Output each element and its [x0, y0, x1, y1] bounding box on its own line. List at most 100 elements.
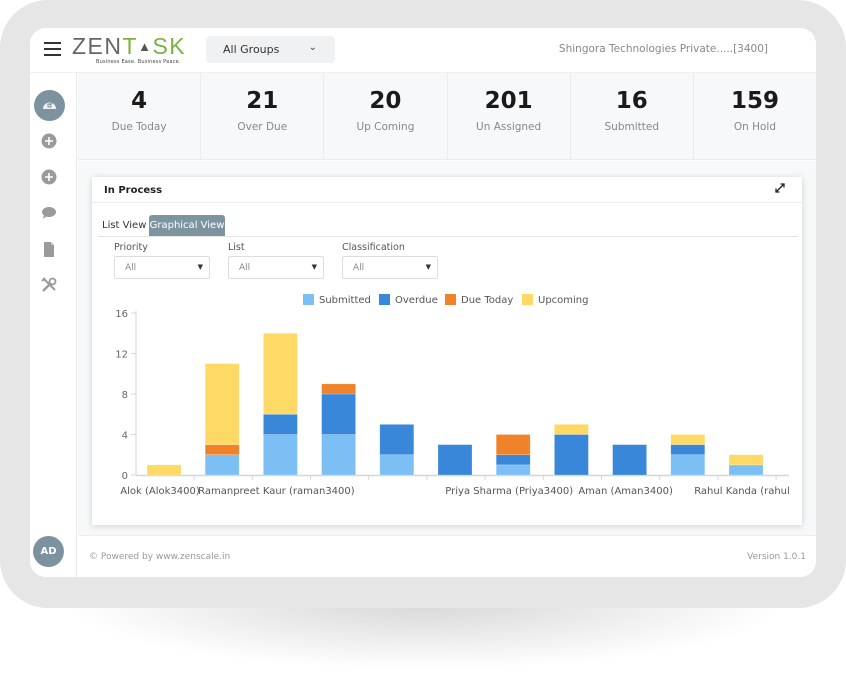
x-tick-label: Alok (Alok3400) — [120, 486, 200, 497]
card-title: In Process — [104, 185, 163, 196]
add-circle-icon — [41, 169, 57, 185]
priority-select-value: All — [125, 263, 137, 273]
app-screen: ZENT▲SK Business Ease. Business Peace. A… — [30, 28, 816, 577]
y-tick-label: 12 — [115, 350, 128, 361]
bar-submitted — [321, 434, 356, 476]
sidebar-item-add-task[interactable] — [41, 133, 57, 149]
x-tick-label: Rahul Kanda (rahul — [694, 486, 790, 497]
sidebar-item-add-list[interactable] — [41, 169, 57, 185]
tools-icon — [41, 277, 57, 292]
stat-submitted[interactable]: 16 Submitted — [571, 73, 694, 159]
stat-label: Submitted — [604, 121, 660, 133]
version-label: Version 1.0.1 — [747, 552, 806, 562]
tab-list-view[interactable]: List View — [102, 220, 146, 231]
priority-label: Priority — [114, 242, 148, 253]
bar-overdue — [263, 413, 298, 435]
sidebar-item-documents[interactable] — [41, 241, 57, 257]
bar-due-today — [204, 444, 240, 456]
stat-value: 4 — [131, 88, 148, 114]
chat-icon — [42, 207, 56, 219]
stat-up-coming[interactable]: 20 Up Coming — [324, 73, 448, 159]
logo-tagline: Business Ease. Business Peace. — [96, 59, 181, 65]
stat-on-hold[interactable]: 159 On Hold — [694, 73, 816, 159]
group-select-value: All Groups — [223, 43, 280, 56]
y-tick-label: 0 — [122, 471, 128, 482]
bar-upcoming — [670, 434, 706, 445]
bar-upcoming — [554, 424, 589, 435]
chevron-down-icon: ⌄ — [308, 42, 317, 53]
legend-swatch-upcoming — [522, 294, 533, 305]
classification-select[interactable]: All ▼ — [342, 256, 438, 279]
bar-overdue — [379, 424, 415, 456]
in-process-chart: Submitted Overdue Due Today Upcoming 0 4 8 12 16… — [115, 294, 790, 497]
logo-accent: T — [122, 33, 139, 59]
stat-value: 201 — [484, 88, 533, 114]
bar-overdue — [321, 393, 356, 435]
classification-label: Classification — [342, 242, 405, 253]
stat-label: Un Assigned — [476, 121, 542, 133]
caret-down-icon: ▼ — [197, 263, 203, 271]
y-tick-label: 8 — [122, 390, 128, 401]
footer: © Powered by www.zenscale.in Version 1.0… — [78, 535, 816, 577]
sidebar: AD — [30, 73, 77, 577]
bar-overdue — [612, 444, 647, 476]
logo-prefix: ZEN — [72, 33, 123, 59]
sidebar-item-dashboard[interactable] — [34, 90, 65, 121]
user-avatar[interactable]: AD — [33, 536, 64, 567]
stat-un-assigned[interactable]: 201 Un Assigned — [448, 73, 571, 159]
device-shadow — [60, 600, 790, 670]
stat-label: Due Today — [111, 121, 167, 133]
caret-down-icon: ▼ — [311, 263, 317, 271]
sidebar-item-settings[interactable] — [41, 277, 57, 293]
bar-overdue — [670, 444, 706, 456]
classification-select-value: All — [353, 263, 365, 273]
list-select[interactable]: All ▼ — [228, 256, 324, 279]
list-label: List — [228, 242, 245, 253]
group-select[interactable]: All Groups ⌄ — [206, 36, 335, 63]
bar-submitted — [728, 464, 764, 476]
device-frame: ZENT▲SK Business Ease. Business Peace. A… — [0, 0, 846, 608]
logo-person-icon: ▲ — [138, 39, 153, 54]
expand-icon[interactable] — [774, 182, 786, 194]
bar-submitted — [204, 454, 240, 476]
document-icon — [44, 241, 54, 257]
legend-label: Due Today — [461, 295, 513, 306]
x-tick-label: Priya Sharma (Priya3400) — [445, 486, 573, 497]
legend-swatch-overdue — [379, 294, 390, 305]
bar-submitted — [670, 454, 706, 476]
organization-name[interactable]: Shingora Technologies Private.....[3400] — [559, 43, 768, 55]
bar-overdue — [437, 444, 473, 476]
divider — [92, 202, 802, 203]
stat-label: Over Due — [237, 121, 288, 133]
menu-icon[interactable] — [44, 42, 61, 56]
bar-submitted — [379, 454, 415, 476]
logo-wordmark: ZENT▲SK — [72, 33, 186, 60]
bar-due-today — [495, 434, 531, 456]
y-tick-label: 4 — [122, 431, 128, 442]
stat-label: On Hold — [733, 121, 777, 133]
powered-by-link[interactable]: © Powered by www.zenscale.in — [89, 552, 230, 562]
dashboard-icon — [43, 101, 56, 109]
stat-value: 16 — [615, 88, 648, 114]
tab-graphical-view[interactable]: Graphical View — [149, 215, 225, 236]
logo[interactable]: ZENT▲SK Business Ease. Business Peace. — [72, 33, 186, 65]
sidebar-item-chat[interactable] — [41, 205, 57, 221]
add-circle-icon — [41, 133, 57, 149]
stat-due-today[interactable]: 4 Due Today — [78, 73, 202, 159]
priority-select[interactable]: All ▼ — [114, 256, 210, 279]
bar-upcoming — [263, 332, 298, 415]
in-process-card: In Process List View Graphical View Prio… — [92, 177, 802, 525]
y-tick-label: 16 — [115, 309, 128, 320]
top-header: ZENT▲SK Business Ease. Business Peace. A… — [30, 28, 816, 73]
legend-label: Upcoming — [538, 295, 589, 306]
main-content: In Process List View Graphical View Prio… — [78, 161, 816, 535]
logo-suffix: SK — [152, 33, 187, 59]
stat-value: 20 — [369, 88, 402, 114]
legend-label: Overdue — [395, 295, 438, 306]
stat-label: Up Coming — [356, 121, 415, 133]
legend-label: Submitted — [319, 295, 371, 306]
divider — [98, 236, 798, 237]
stat-over-due[interactable]: 21 Over Due — [201, 73, 325, 159]
list-select-value: All — [239, 263, 251, 273]
caret-down-icon: ▼ — [425, 263, 431, 271]
